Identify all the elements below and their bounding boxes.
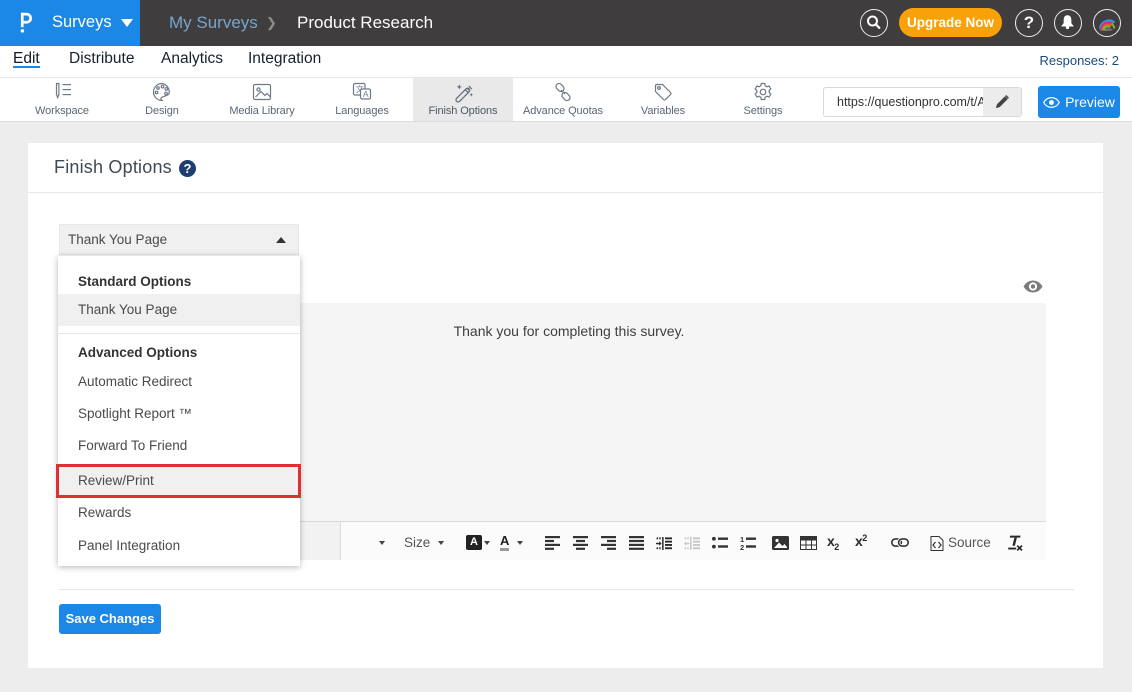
svg-text:A: A	[363, 89, 369, 99]
svg-text:2: 2	[740, 543, 744, 550]
